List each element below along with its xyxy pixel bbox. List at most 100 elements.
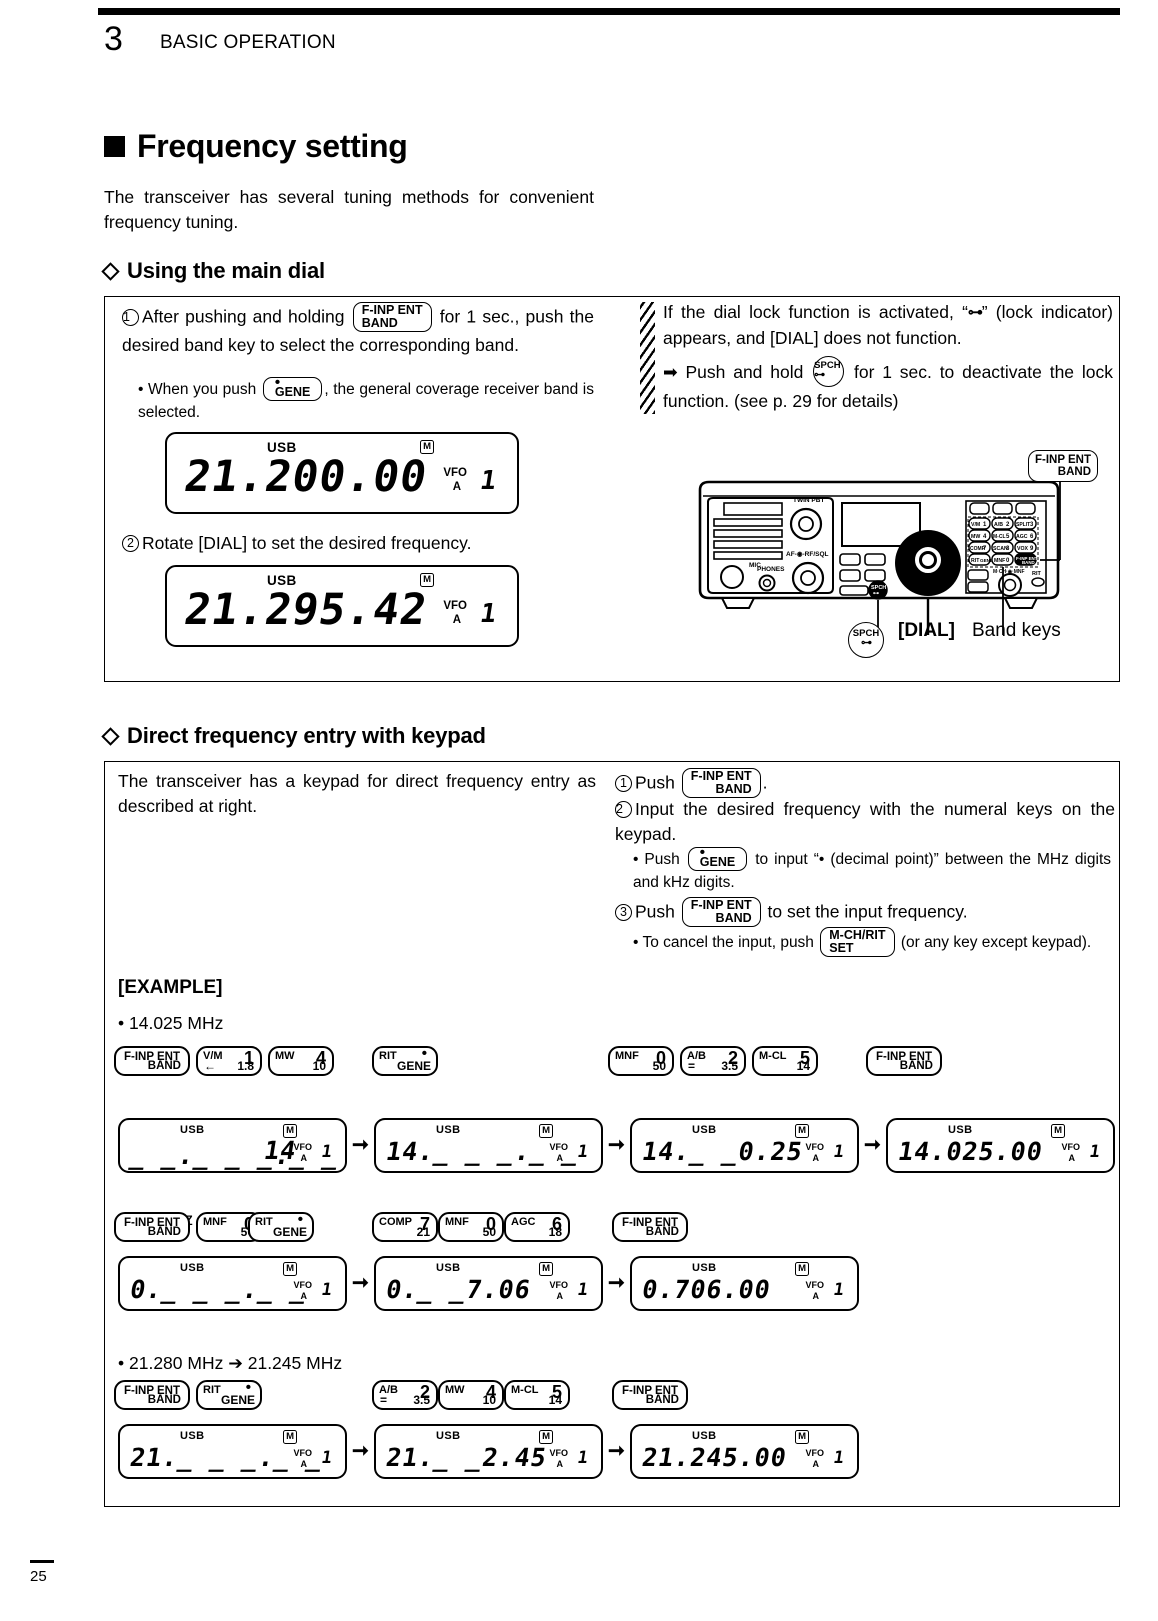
- svg-text:BAND: BAND: [1022, 560, 1035, 565]
- svg-text:MW: MW: [971, 534, 980, 540]
- gene-key[interactable]: • GENE: [687, 845, 748, 871]
- sequence-arrow-icon: ➞: [864, 1134, 881, 1156]
- direct-entry-left-text: The transceiver has a keypad for direct …: [118, 771, 596, 816]
- intro-paragraph: The transceiver has several tuning metho…: [104, 187, 594, 232]
- lcd-vfo-label: VFO: [805, 1448, 824, 1458]
- svg-text:A/B: A/B: [994, 522, 1003, 528]
- spch-lock-key[interactable]: SPCH ⊶: [813, 356, 845, 387]
- page-title: Frequency setting: [104, 128, 408, 165]
- key-f-inp-ent-band[interactable]: F-INP ENT BAND: [114, 1046, 190, 1076]
- key-rit-gene[interactable]: RIT • GENE: [196, 1380, 262, 1410]
- s2-step-1-number: 1: [615, 774, 632, 792]
- key-agc-6[interactable]: AGC 6 18: [504, 1212, 570, 1242]
- subsection-title-text: Direct frequency entry with keypad: [127, 723, 486, 748]
- lcd-vfo-letter: A: [452, 481, 461, 493]
- svg-text:AF-◉-RF/SQL: AF-◉-RF/SQL: [786, 551, 829, 558]
- sequence-arrow-icon: ➞: [608, 1440, 625, 1462]
- f-inp-ent-band-key[interactable]: F-INP ENT BAND: [352, 302, 432, 332]
- lcd-frequency: 21.295.42: [181, 585, 431, 635]
- s2-step-2-number: 2: [615, 801, 632, 818]
- f-inp-ent-band-key[interactable]: F-INP ENT BAND: [681, 768, 761, 798]
- key-ab-2[interactable]: A/B 2 = 3.5: [372, 1380, 438, 1410]
- arrow-right-icon: ➡: [663, 362, 678, 383]
- lcd-smeter-bar: 1: [319, 1280, 335, 1300]
- lcd-mode-label: USB: [692, 1430, 717, 1442]
- key-mcl-5[interactable]: M-CL 5 14: [504, 1380, 570, 1410]
- lcd-vfo-label: VFO: [1061, 1142, 1080, 1152]
- gene-key[interactable]: • GENE: [262, 375, 323, 401]
- step-2-number: 2: [122, 535, 139, 552]
- sequence-arrow-icon: ➞: [352, 1134, 369, 1156]
- example-3-lcd-3: USB M 21.245.00 VFO A 1: [630, 1424, 859, 1479]
- lcd-vfo-label: VFO: [443, 467, 467, 479]
- lcd-smeter-bar: 1: [575, 1142, 591, 1162]
- lcd-smeter-bar: 1: [575, 1280, 591, 1300]
- svg-text:GENE: GENE: [980, 558, 993, 563]
- lcd-memory-indicator: M: [539, 1262, 553, 1276]
- lcd-vfo-letter: A: [452, 614, 461, 626]
- m-ch-rit-set-key[interactable]: M-CH/RIT SET: [820, 927, 895, 957]
- lcd-vfo-label: VFO: [805, 1142, 824, 1152]
- svg-text:RIT: RIT: [1032, 571, 1042, 577]
- example-3-caption: • 21.280 MHz ➔ 21.245 MHz: [118, 1353, 343, 1373]
- s2-step-2-bullet: • Push • GENE to input “• (decimal point…: [633, 844, 1111, 891]
- key-mw-4[interactable]: MW 4 10: [438, 1380, 504, 1410]
- lcd-memory-indicator: M: [539, 1124, 553, 1138]
- sequence-arrow-icon: ➞: [608, 1134, 625, 1156]
- f-inp-ent-band-key[interactable]: F-INP ENT BAND: [681, 897, 761, 927]
- key-mw-4[interactable]: MW 4 10: [268, 1046, 334, 1076]
- lcd-memory-indicator: M: [795, 1262, 809, 1276]
- key-rit-gene[interactable]: RIT • GENE: [372, 1046, 438, 1076]
- lcd-smeter-bar: 1: [831, 1280, 847, 1300]
- svg-text:VOX: VOX: [1017, 546, 1028, 552]
- key-mnf-0[interactable]: MNF 0 50: [608, 1046, 674, 1076]
- lcd-frequency: 0.706.00: [640, 1275, 774, 1304]
- svg-text:AGC: AGC: [1016, 534, 1028, 540]
- lcd-smeter-bar: 1: [831, 1448, 847, 1468]
- lcd-frequency: 21.200.00: [181, 452, 431, 502]
- lcd-frequency: 0._ _ _._ _: [128, 1275, 310, 1304]
- s2-step-1: 1 Push F-INP ENT BAND .: [615, 768, 1115, 799]
- lcd-vfo-letter: A: [300, 1291, 308, 1301]
- step-1-text: 1 After pushing and holding F-INP ENT BAN…: [122, 302, 594, 355]
- lcd-mode-label: USB: [180, 1430, 205, 1442]
- lcd-vfo-letter: A: [812, 1459, 820, 1469]
- lcd-vfo-label: VFO: [293, 1142, 312, 1152]
- diamond-bullet-icon: [101, 261, 120, 281]
- key-vm-1[interactable]: V/M 1 ← 1.8: [196, 1046, 262, 1076]
- example-1-caption: • 14.025 MHz: [118, 1013, 224, 1033]
- sequence-arrow-icon: ➞: [352, 1272, 369, 1294]
- svg-text:TWIN PBT: TWIN PBT: [793, 497, 824, 504]
- key-comp-7[interactable]: COMP 7 21: [372, 1212, 438, 1242]
- key-f-inp-ent-band[interactable]: F-INP ENT BAND: [866, 1046, 942, 1076]
- lcd-vfo-label: VFO: [293, 1448, 312, 1458]
- key-f-inp-ent-band[interactable]: F-INP ENT BAND: [612, 1212, 688, 1242]
- lock-icon: ⊶: [861, 637, 872, 649]
- lcd-mode-label: USB: [692, 1124, 717, 1136]
- step-1-bullet: • When you push • GENE , the general cov…: [138, 374, 594, 421]
- key-rit-gene[interactable]: RIT • GENE: [248, 1212, 314, 1242]
- key-mnf-0[interactable]: MNF 0 50: [438, 1212, 504, 1242]
- lcd-frequency: 14._ _0.25: [640, 1137, 806, 1166]
- lcd-memory-indicator: M: [795, 1124, 809, 1138]
- key-f-inp-ent-band[interactable]: F-INP ENT BAND: [612, 1380, 688, 1410]
- s2-step-3-bullet: • To cancel the input, push M-CH/RIT SET…: [633, 927, 1111, 958]
- lcd-memory-indicator: M: [283, 1430, 297, 1444]
- lcd-frequency: 0._ _7.06: [384, 1275, 534, 1304]
- svg-text:PHONES: PHONES: [757, 566, 785, 573]
- decimal-dot-icon: •: [421, 1045, 427, 1062]
- key-f-inp-ent-band[interactable]: F-INP ENT BAND: [114, 1212, 190, 1242]
- lcd-vfo-letter: A: [812, 1291, 820, 1301]
- spch-callout-icon: SPCH ⊶: [848, 622, 884, 658]
- key-mcl-5[interactable]: M-CL 5 14: [752, 1046, 818, 1076]
- svg-text:V/M: V/M: [971, 522, 980, 528]
- svg-text:M-CL: M-CL: [993, 534, 1006, 540]
- example-1-lcd-2: USB M 14._ _ _._ _ VFO A 1: [374, 1118, 603, 1173]
- key-f-inp-ent-band[interactable]: F-INP ENT BAND: [114, 1380, 190, 1410]
- lcd-memory-indicator: M: [283, 1262, 297, 1276]
- key-ab-2[interactable]: A/B 2 = 3.5: [680, 1046, 746, 1076]
- chapter-number: 3: [104, 20, 123, 58]
- lcd-vfo-label: VFO: [805, 1280, 824, 1290]
- svg-text:⊶: ⊶: [873, 591, 879, 597]
- section-title-text: Frequency setting: [137, 128, 408, 164]
